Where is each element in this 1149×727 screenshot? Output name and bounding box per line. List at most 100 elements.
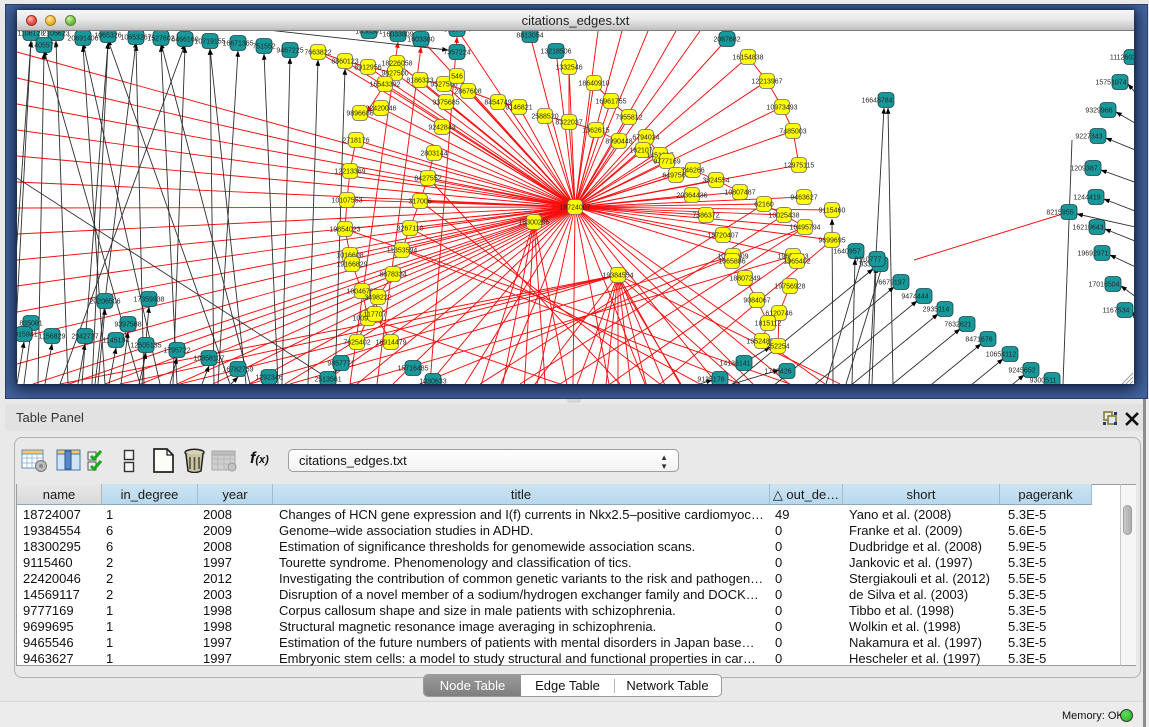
svg-text:2942737: 2942737 [71,334,98,341]
svg-text:16961755: 16961755 [595,99,626,106]
svg-text:1815112: 1815112 [755,321,782,328]
svg-text:7386372: 7386372 [692,213,719,220]
svg-text:3915941: 3915941 [17,332,38,339]
svg-text:20206506: 20206506 [89,299,120,306]
svg-text:19692971: 19692971 [1077,251,1108,258]
svg-text:8471676: 8471676 [965,337,992,344]
svg-text:10654112: 10654112 [986,352,1017,359]
svg-text:15720407: 15720407 [707,233,738,240]
svg-text:1603380: 1603380 [407,37,434,44]
svg-text:1112603: 1112603 [1110,55,1134,62]
svg-text:10973493: 10973493 [766,105,797,112]
svg-text:8110777: 8110777 [855,257,882,264]
svg-text:746266: 746266 [681,168,704,175]
svg-text:19854023: 19854023 [329,227,360,234]
svg-text:3824554: 3824554 [702,178,729,185]
svg-text:9115460: 9115460 [819,208,846,215]
svg-text:10107553: 10107553 [331,198,362,205]
svg-text:9242843: 9242843 [428,125,455,132]
svg-text:9397588: 9397588 [114,322,141,329]
svg-text:10025438: 10025438 [768,213,799,220]
svg-text:8912956: 8912956 [354,65,381,72]
svg-text:18724007: 18724007 [559,205,590,212]
svg-text:16648784: 16648784 [861,98,892,105]
svg-text:11353594: 11353594 [387,248,418,255]
svg-text:2935114: 2935114 [923,307,950,314]
svg-text:7625402: 7625402 [343,340,370,347]
svg-text:20364436: 20364436 [676,193,707,200]
svg-text:1065886: 1065886 [718,259,745,266]
svg-text:18640910: 18640910 [578,81,609,88]
svg-text:9777169: 9777169 [653,159,680,166]
svg-text:7955812: 7955812 [615,115,642,122]
svg-text:8813054: 8813054 [443,31,470,34]
svg-text:7632621: 7632621 [944,322,971,329]
svg-text:12975115: 12975115 [784,163,815,170]
svg-text:18807249: 18807249 [729,276,760,283]
svg-text:9375685: 9375685 [432,100,459,107]
svg-text:15716485: 15716485 [397,366,428,373]
svg-text:1244419: 1244419 [1073,195,1100,202]
svg-text:9245652: 9245652 [1008,368,1035,375]
svg-text:16782759: 16782759 [222,367,253,374]
svg-text:9300511: 9300511 [1030,378,1057,385]
svg-text:19166829: 19166829 [336,262,367,269]
svg-text:1362615: 1362615 [582,128,609,135]
svg-text:1405572: 1405572 [30,43,57,50]
svg-text:15751074: 15751074 [1095,80,1126,87]
svg-text:1292346: 1292346 [255,375,282,382]
svg-text:9227343: 9227343 [1075,134,1102,141]
svg-text:3498222: 3498222 [364,295,391,302]
svg-text:9474444: 9474444 [901,294,928,301]
svg-text:8813054: 8813054 [516,33,543,40]
svg-text:9463627: 9463627 [790,195,817,202]
svg-text:14136141: 14136141 [719,361,750,368]
svg-text:16543392: 16543392 [369,82,400,89]
svg-text:2718176: 2718176 [342,138,369,145]
svg-text:16154838: 16154838 [732,55,763,62]
svg-text:1965402: 1965402 [783,259,810,266]
svg-text:2087682: 2087682 [713,37,740,44]
svg-text:1332546: 1332546 [555,65,582,72]
svg-text:17359938: 17359938 [133,297,164,304]
svg-text:12505135: 12505135 [130,343,161,350]
svg-text:9896686: 9896686 [346,111,373,118]
svg-text:17016504: 17016504 [1088,282,1119,289]
svg-text:1156829: 1156829 [39,334,66,341]
svg-text:6794024: 6794024 [632,135,659,142]
svg-text:8427552: 8427552 [414,176,441,183]
svg-text:8878334: 8878334 [379,272,406,279]
svg-text:7485003: 7485003 [779,129,806,136]
svg-text:1145194: 1145194 [103,338,130,345]
svg-text:9084067: 9084067 [743,298,770,305]
svg-text:18300295: 18300295 [518,220,549,227]
svg-text:252254: 252254 [766,344,789,351]
svg-text:8990448: 8990448 [605,139,632,146]
svg-text:751552: 751552 [252,44,275,51]
svg-text:16671365: 16671365 [222,41,253,48]
svg-text:16210643: 16210643 [1072,225,1103,232]
svg-text:2803144: 2803144 [420,151,447,158]
svg-text:1209387: 1209387 [1070,166,1097,173]
svg-text:9699695: 9699695 [818,238,845,245]
svg-text:1030633: 1030633 [419,379,446,385]
svg-text:10719155: 10719155 [194,39,225,46]
svg-text:9467225: 9467225 [276,48,303,55]
svg-text:13218506: 13218506 [540,49,571,56]
svg-text:1106128: 1106128 [18,31,45,38]
svg-text:62160: 62160 [754,202,774,209]
svg-text:117707: 117707 [364,312,387,319]
svg-text:2867608: 2867608 [454,89,481,96]
svg-text:1167534: 1167534 [1103,308,1130,315]
svg-text:12213369: 12213369 [334,169,365,176]
svg-text:6679197: 6679197 [878,280,905,287]
svg-text:10807487: 10807487 [724,190,755,197]
svg-text:546: 546 [451,74,463,81]
svg-text:10958107: 10958107 [193,356,224,363]
svg-text:19384554: 19384554 [602,273,633,280]
svg-text:8215955: 8215955 [1046,210,1073,217]
svg-text:9857771: 9857771 [327,361,354,368]
svg-text:7357224: 7357224 [443,50,470,57]
svg-text:2105623: 2105623 [42,31,69,38]
svg-text:7663822: 7663822 [304,50,331,57]
